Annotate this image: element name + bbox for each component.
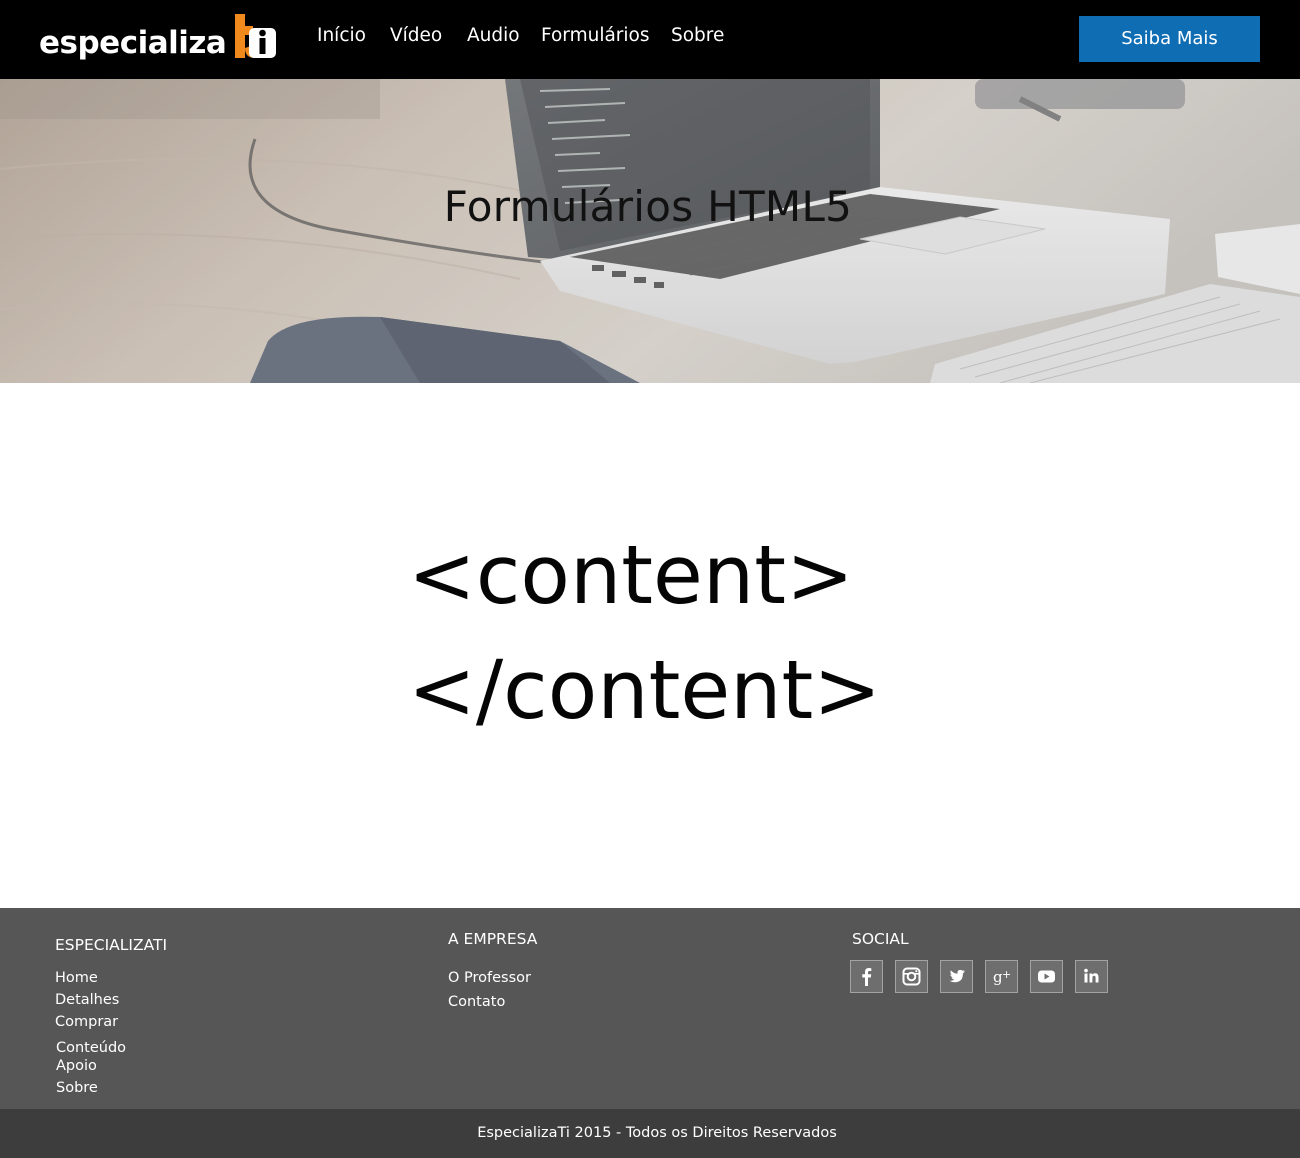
twitter-icon[interactable] — [940, 960, 973, 993]
nav-item-inicio[interactable]: Início — [317, 22, 366, 50]
hero-title: Formulários HTML5 — [443, 182, 853, 231]
footer-link-contato[interactable]: Contato — [448, 992, 505, 1012]
google-plus-icon[interactable]: g + — [985, 960, 1018, 993]
copyright-text: EspecializaTi 2015 - Todos os Direitos R… — [477, 1125, 837, 1141]
footer-link-conteudo[interactable]: Conteúdo — [56, 1038, 126, 1058]
brand-logo[interactable]: especializa — [39, 13, 279, 61]
copyright-bar: EspecializaTi 2015 - Todos os Direitos R… — [0, 1109, 1300, 1158]
youtube-icon[interactable] — [1030, 960, 1063, 993]
footer-link-home[interactable]: Home — [55, 968, 98, 988]
footer-heading-social: SOCIAL — [852, 930, 909, 948]
footer-heading-especializati: ESPECIALIZATI — [55, 936, 168, 954]
facebook-icon[interactable] — [850, 960, 883, 993]
footer-link-comprar[interactable]: Comprar — [55, 1012, 118, 1032]
svg-text:+: + — [1002, 968, 1011, 981]
logo-wordmark: especializa — [39, 25, 227, 61]
saiba-mais-button[interactable]: Saiba Mais — [1079, 16, 1260, 62]
logo-ti-mark — [235, 14, 276, 58]
instagram-icon[interactable] — [895, 960, 928, 993]
linkedin-icon[interactable] — [1075, 960, 1108, 993]
footer-link-apoio[interactable]: Apoio — [56, 1056, 97, 1076]
footer-link-o-professor[interactable]: O Professor — [448, 968, 531, 988]
nav-item-sobre[interactable]: Sobre — [671, 22, 724, 50]
main-content: <content> </content> — [0, 383, 1300, 908]
nav-item-audio[interactable]: Audio — [467, 22, 520, 50]
footer: ESPECIALIZATI Home Detalhes Comprar Cont… — [0, 908, 1300, 1109]
footer-link-detalhes[interactable]: Detalhes — [55, 990, 119, 1010]
footer-heading-a-empresa: A EMPRESA — [448, 930, 538, 948]
content-open-tag: <content> — [408, 529, 854, 623]
nav-item-formularios[interactable]: Formulários — [541, 22, 650, 50]
nav-item-video[interactable]: Vídeo — [390, 22, 442, 50]
top-navigation-bar: especializa Início Vídeo Audio Formulári… — [0, 0, 1300, 79]
content-close-tag: </content> — [408, 644, 882, 738]
footer-link-sobre[interactable]: Sobre — [56, 1078, 98, 1098]
hero-banner: Formulários HTML5 — [0, 79, 1300, 383]
